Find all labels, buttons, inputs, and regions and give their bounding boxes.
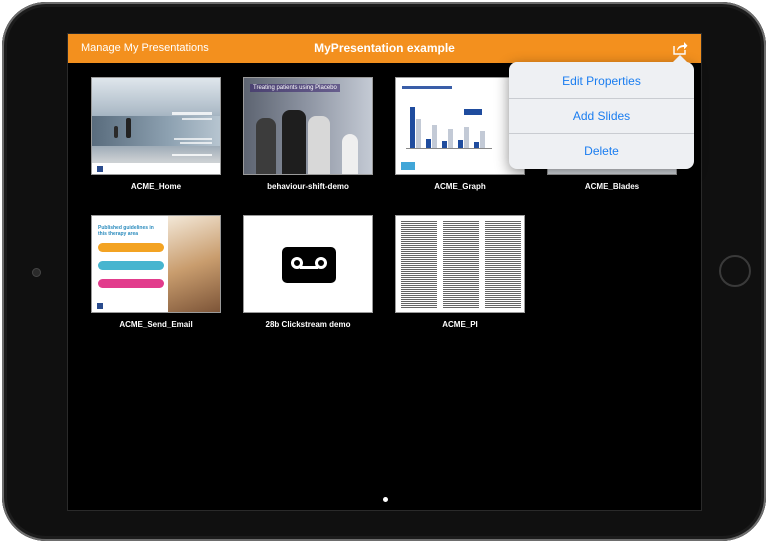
logo-icon (401, 162, 415, 170)
dog-photo (168, 216, 220, 312)
home-button[interactable] (719, 255, 751, 287)
actions-popover: Edit Properties Add Slides Delete (509, 55, 694, 169)
slide-name: ACME_Graph (434, 182, 486, 191)
navigation-bar: Manage My Presentations MyPresentation e… (68, 34, 701, 63)
slide-tile[interactable]: Treating patients using Placebo behaviou… (243, 77, 373, 191)
logo-icon (97, 166, 103, 172)
slide-tile[interactable]: 28b Clickstream demo (243, 215, 373, 329)
slide-tile[interactable]: Published guidelines in this therapy are… (91, 215, 221, 329)
person-figure (126, 118, 131, 138)
logo-icon (97, 303, 103, 309)
front-camera (32, 268, 41, 277)
slide-thumbnail[interactable]: Treating patients using Placebo (243, 77, 373, 175)
add-slides-button[interactable]: Add Slides (509, 99, 694, 133)
slide-tile[interactable]: ACME_Home (91, 77, 221, 191)
page-indicator-dot (383, 497, 388, 502)
slide-name: ACME_Blades (584, 182, 640, 191)
delete-button[interactable]: Delete (509, 134, 694, 168)
thumbnail-banner: Treating patients using Placebo (250, 84, 340, 92)
slide-name: ACME_PI (442, 320, 478, 329)
slide-name: 28b Clickstream demo (265, 320, 351, 329)
voicemail-icon (282, 247, 336, 283)
child-figure (114, 126, 118, 138)
slide-tile[interactable]: ACME_Graph (395, 77, 525, 191)
slide-thumbnail[interactable] (91, 77, 221, 175)
thumbnail-title: Published guidelines in this therapy are… (98, 225, 154, 237)
slide-name: ACME_Send_Email (119, 320, 193, 329)
slide-thumbnail[interactable]: Published guidelines in this therapy are… (91, 215, 221, 313)
page-title: MyPresentation example (314, 41, 455, 55)
edit-properties-button[interactable]: Edit Properties (509, 64, 694, 98)
slide-thumbnail[interactable] (243, 215, 373, 313)
share-icon[interactable] (672, 40, 688, 56)
slide-name: ACME_Home (130, 182, 182, 191)
slide-thumbnail[interactable] (395, 77, 525, 175)
slide-tile[interactable]: ACME_PI (395, 215, 525, 329)
slide-name: behaviour-shift-demo (267, 182, 349, 191)
slide-thumbnail[interactable] (395, 215, 525, 313)
